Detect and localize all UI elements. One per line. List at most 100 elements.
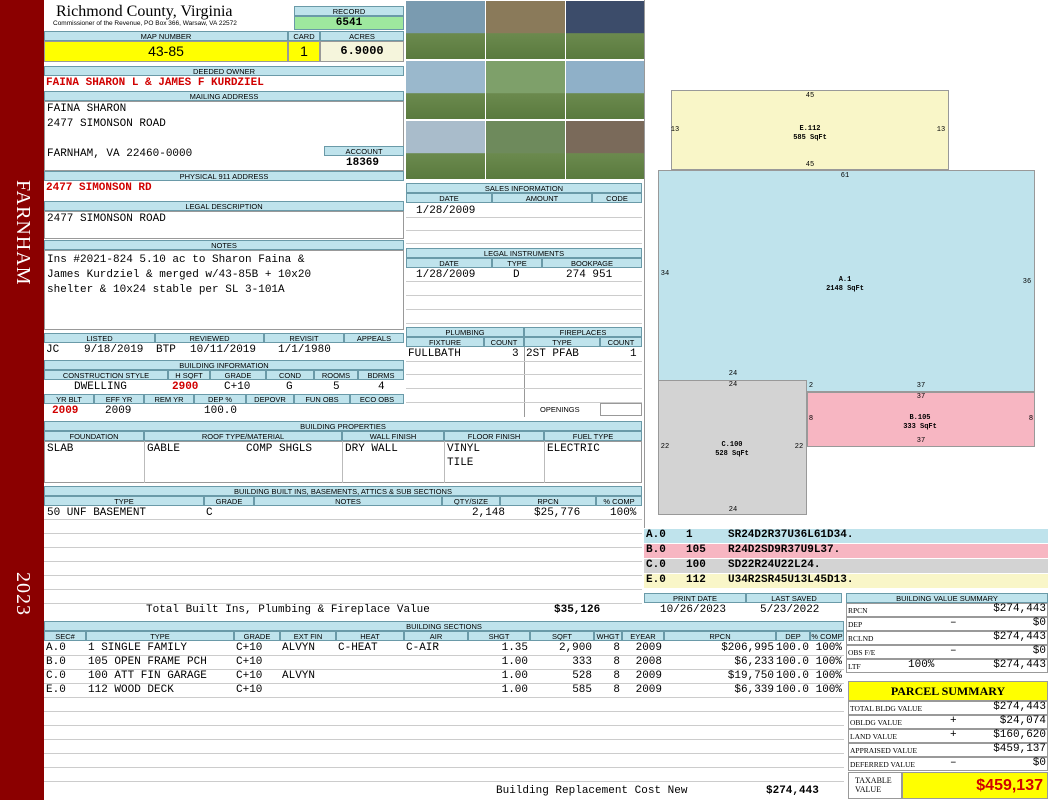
notes-label: NOTES (44, 240, 404, 250)
sales-date-label: DATE (406, 193, 492, 203)
inst-type-label: TYPE (492, 258, 542, 268)
section-cell: C-HEAT (338, 642, 378, 654)
section-cell: 1 SINGLE FAMILY (88, 642, 188, 654)
legend-code: C.0 (646, 559, 666, 571)
bvs-value: $274,443 (993, 631, 1046, 643)
section-cell: 100% (815, 684, 842, 696)
legend-code: E.0 (646, 574, 666, 586)
section-cell: 1.00 (501, 684, 528, 696)
builtins-total-label: Total Built Ins, Plumbing & Fireplace Va… (146, 604, 430, 616)
dim: 2 (808, 382, 814, 390)
parcel-summary-title: PARCEL SUMMARY (848, 681, 1048, 701)
builtins-total: $35,126 (554, 604, 601, 616)
bvs-table: RPCN $274,443 DEP – $0 RCLND $274,443 OBS F/E – $… (846, 603, 1048, 675)
sketch-e-label: E.112 (799, 125, 821, 133)
sketch-a-label: A.1 (838, 276, 852, 284)
sketch-c-area: 528 SqFt (715, 450, 749, 458)
fuel-type: ELECTRIC (547, 443, 600, 455)
photo-grid (406, 1, 645, 181)
sketch-e-area: 585 SqFt (793, 134, 827, 142)
section-cell: 100.0 (776, 642, 810, 654)
section-col-header: RPCN (664, 631, 776, 641)
roof-material: COMP SHGLS (246, 443, 313, 455)
sketch-a-area: 2148 SqFt (826, 285, 864, 293)
openings-label: OPENINGS (540, 405, 580, 414)
rooms-label: ROOMS (314, 370, 358, 380)
fp-count-label: COUNT (600, 337, 642, 347)
foundation-label: FOUNDATION (44, 431, 144, 441)
owner-label: DEEDED OWNER (44, 66, 404, 76)
building-info-label: BUILDING INFORMATION (44, 360, 404, 370)
section-col-header: SEC# (44, 631, 86, 641)
physical-label: PHYSICAL 911 ADDRESS (44, 171, 404, 181)
section-cell: 100.0 (776, 670, 810, 682)
legend-row: E.0 112 U34R2SR45U13L45D13. (644, 574, 1048, 588)
sketch-c-label: C.100 (721, 441, 743, 449)
foundation-value: SLAB (47, 443, 74, 455)
section-cell: 2009 (635, 684, 662, 696)
depreciation: 100.0 (204, 405, 238, 417)
physical-address: 2477 SIMONSON RD (46, 182, 152, 194)
parcel-value: $24,074 (999, 715, 1046, 727)
roof-label: ROOF TYPE/MATERIAL (144, 431, 342, 441)
row-line (44, 725, 844, 726)
bi-type-label: TYPE (44, 496, 204, 506)
map-label: MAP NUMBER (44, 31, 288, 41)
section-cell: 100.0 (776, 684, 810, 696)
section-cell: 100 ATT FIN GARAGE (88, 670, 207, 682)
parcel-label: LAND VALUE (850, 732, 898, 741)
parcel-value: $0 (1032, 757, 1046, 769)
sketch-legend: A.0 1 SR24D2R37U36L61D34. B.0 105 R24D2SD9R37… (644, 529, 1048, 589)
bvs-value: $274,443 (993, 659, 1046, 671)
parcel-label: DEFERRED VALUE (850, 760, 915, 769)
section-col-header: AIR (404, 631, 468, 641)
dim: 37 (916, 393, 926, 401)
fixture-count-label: COUNT (484, 337, 524, 347)
section-cell: 8 (613, 684, 620, 696)
dim: 34 (660, 270, 670, 278)
fuel-label: FUEL TYPE (544, 431, 642, 441)
legend-vector: SD22R24U22L24. (728, 559, 821, 571)
print-date-label: PRINT DATE (644, 593, 746, 603)
section-cell: C+10 (236, 642, 263, 654)
sections-header: SEC# TYPE GRADE EXT FIN HEAT AIR SHGT SQFT WHGT E… (44, 631, 844, 641)
section-cell: 100% (815, 642, 842, 654)
parcel-label: TOTAL BLDG VALUE (850, 704, 923, 713)
wall-label: WALL FINISH (342, 431, 444, 441)
section-cell: A.0 (46, 642, 66, 654)
funobs-label: FUN OBS (294, 394, 350, 404)
appeals-label: APPEALS (344, 333, 404, 343)
dim: 37 (916, 437, 926, 445)
row-line (44, 767, 844, 768)
dep-label: DEP % (194, 394, 246, 404)
notes-line2: James Kurdziel & merged w/43-85B + 10x20 (47, 269, 312, 281)
legend-vector: SR24D2R37U36L61D34. (728, 529, 854, 541)
print-date: 10/26/2023 (660, 604, 727, 616)
section-col-header: GRADE (234, 631, 280, 641)
floor-finish-1: VINYL (447, 443, 481, 455)
bi-qty-label: QTY/SIZE (442, 496, 500, 506)
section-cell: 528 (572, 670, 592, 682)
section-cell: C-AIR (406, 642, 440, 654)
sketch-b-area: 333 SqFt (903, 423, 937, 431)
effective-year: 2009 (105, 405, 132, 417)
row-line (44, 669, 844, 670)
fixture-type: FULLBATH (408, 348, 461, 360)
fireplaces-label: FIREPLACES (524, 327, 642, 337)
section-cell: 1.00 (501, 656, 528, 668)
dim: 45 (805, 92, 815, 100)
county-title: Richmond County, Virginia (56, 3, 233, 20)
inst-date-label: DATE (406, 258, 492, 268)
acres-value: 6.9000 (320, 41, 404, 62)
section-cell: 333 (572, 656, 592, 668)
barn-photo (566, 121, 645, 179)
wall-finish: DRY WALL (345, 443, 398, 455)
reviewed-date: 10/11/2019 (190, 344, 257, 356)
reviewed-by: BTP (156, 344, 176, 356)
account-label: ACCOUNT (324, 146, 404, 156)
style-label: CONSTRUCTION STYLE (44, 370, 168, 380)
dim: 13 (670, 126, 680, 134)
building-grade: C+10 (224, 381, 251, 393)
parcel-label: APPRAISED VALUE (850, 746, 918, 755)
hsqft-label: H SQFT (168, 370, 210, 380)
